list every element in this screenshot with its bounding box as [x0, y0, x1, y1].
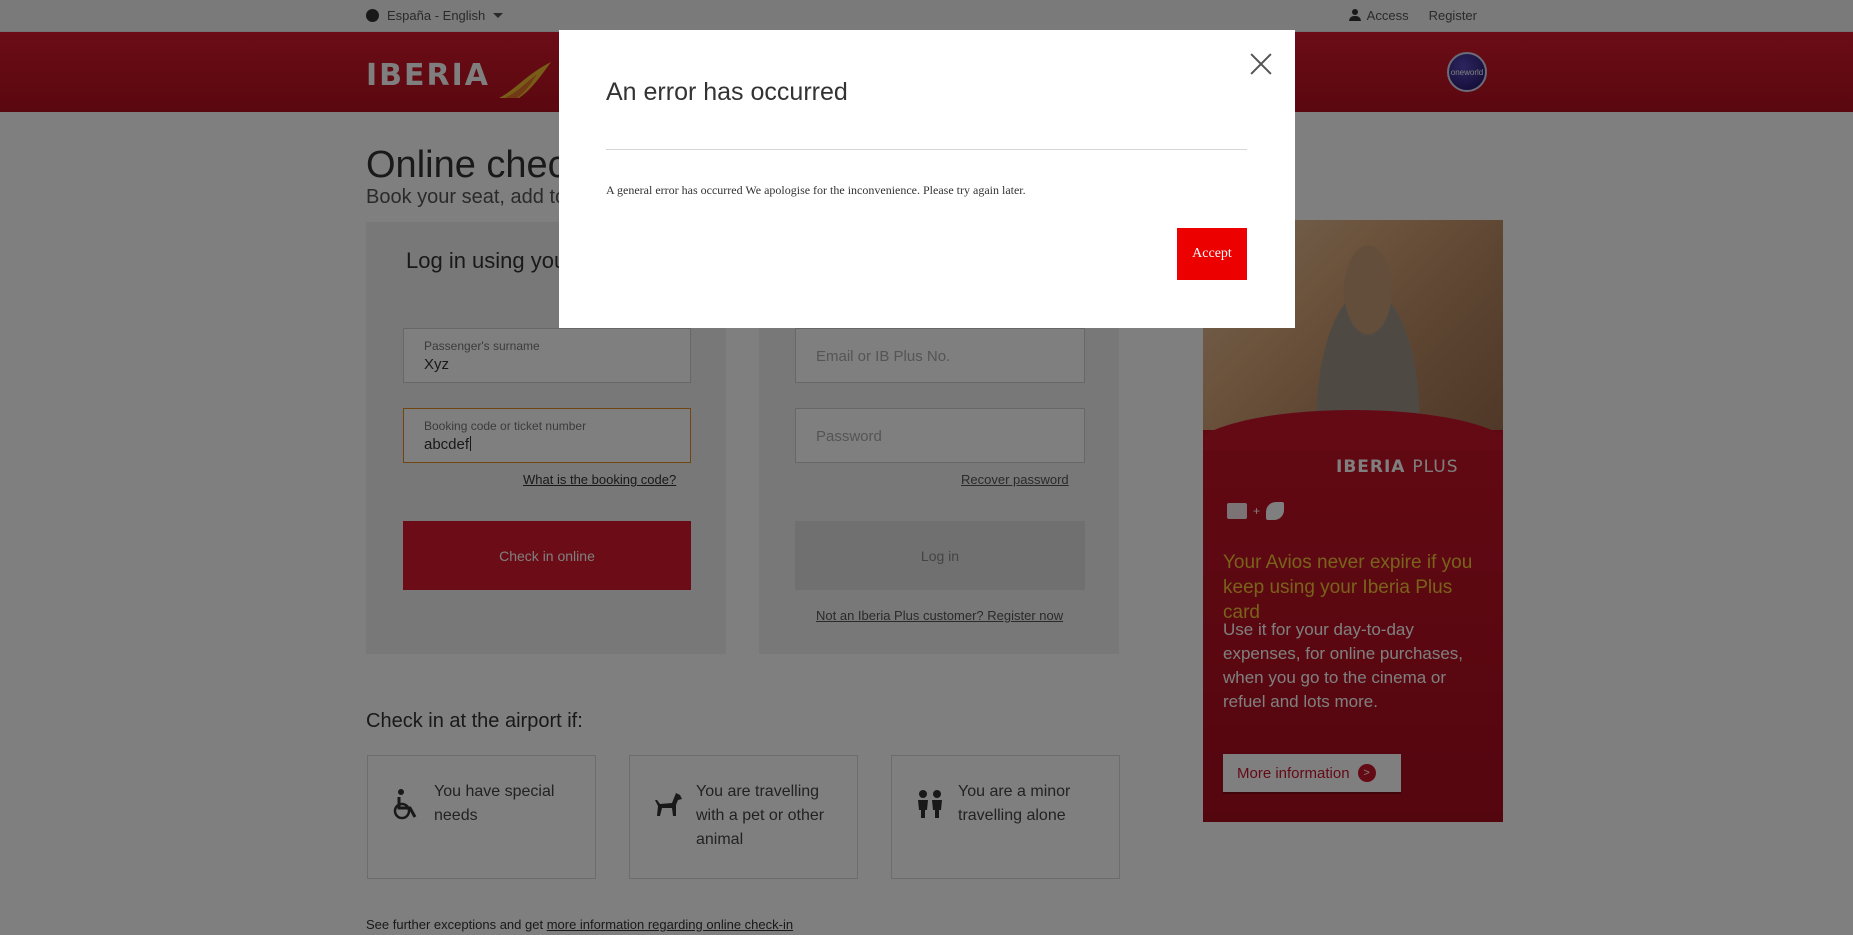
error-message: A general error has occurred We apologis…: [606, 183, 1026, 197]
error-dialog: An error has occurred A general error ha…: [559, 30, 1295, 328]
accept-button[interactable]: Accept: [1177, 228, 1247, 280]
error-dialog-title: An error has occurred: [606, 78, 848, 106]
divider: [606, 149, 1247, 150]
close-icon[interactable]: [1249, 52, 1273, 76]
